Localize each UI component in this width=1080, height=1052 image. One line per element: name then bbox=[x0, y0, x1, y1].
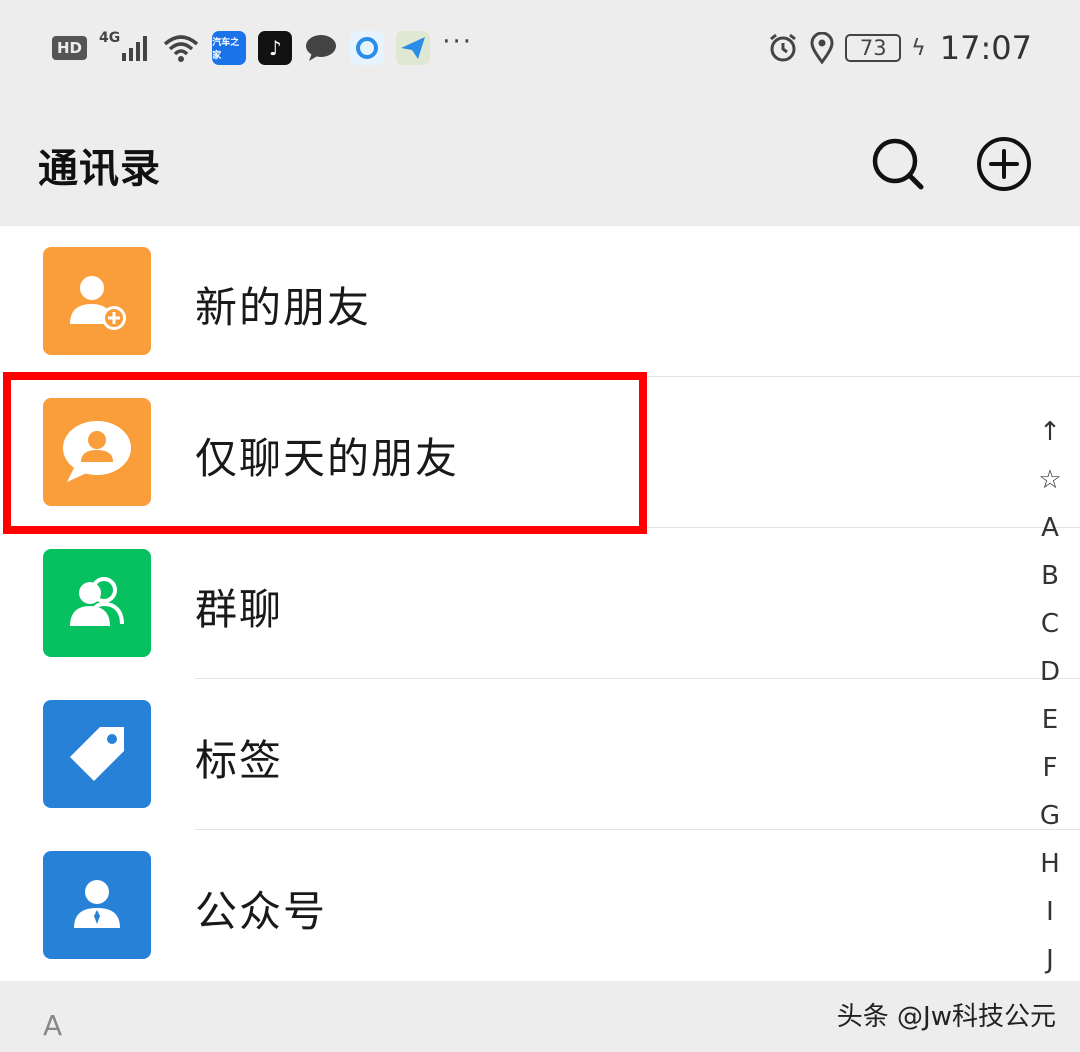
index-item-f[interactable]: F bbox=[1030, 744, 1070, 792]
section-letter: A bbox=[43, 1009, 63, 1042]
list-item-chat-only-friends[interactable]: 仅聊天的朋友 bbox=[0, 377, 1080, 528]
wifi-icon bbox=[164, 35, 199, 62]
car-app-icon: 汽车之家 bbox=[212, 31, 247, 65]
official-account-icon bbox=[43, 851, 151, 959]
index-item-a[interactable]: A bbox=[1030, 504, 1070, 552]
page-title: 通讯录 bbox=[38, 146, 161, 192]
search-button[interactable] bbox=[866, 132, 930, 196]
watermark: 头条 @Jw科技公元 bbox=[836, 1002, 1056, 1032]
status-bar: HD 4G 汽车之家 ♪ ··· 73 ϟ 17:07 bbox=[0, 0, 1080, 96]
index-item-j[interactable]: J bbox=[1030, 936, 1070, 984]
add-button[interactable] bbox=[972, 132, 1036, 196]
alarm-icon bbox=[770, 33, 797, 62]
index-item-g[interactable]: G bbox=[1030, 792, 1070, 840]
signal-icon bbox=[122, 36, 148, 61]
list-item-group-chat[interactable]: 群聊 bbox=[0, 528, 1080, 679]
contacts-list: 新的朋友 仅聊天的朋友 群聊 标签 公众号 bbox=[0, 226, 1080, 981]
index-item-i[interactable]: I bbox=[1030, 888, 1070, 936]
charging-icon: ϟ bbox=[911, 35, 926, 61]
tag-icon bbox=[43, 700, 151, 808]
list-item-new-friends[interactable]: 新的朋友 bbox=[0, 226, 1080, 377]
group-chat-icon bbox=[43, 549, 151, 657]
index-item-e[interactable]: E bbox=[1030, 696, 1070, 744]
tiktok-icon: ♪ bbox=[258, 31, 293, 65]
alphabet-index-bar[interactable]: ↑ ☆ A B C D E F G H I J bbox=[1030, 408, 1070, 984]
location-icon bbox=[810, 32, 834, 64]
status-right: 73 ϟ 17:07 bbox=[767, 26, 1032, 70]
index-item-star[interactable]: ☆ bbox=[1030, 456, 1070, 504]
list-item-label: 群聊 bbox=[195, 585, 284, 634]
battery-icon: 73 bbox=[845, 34, 902, 62]
message-icon bbox=[306, 35, 337, 61]
q-app-icon bbox=[350, 31, 385, 65]
paper-plane-icon bbox=[396, 31, 431, 65]
clock-time: 17:07 bbox=[939, 29, 1032, 67]
list-item-tags[interactable]: 标签 bbox=[0, 679, 1080, 830]
list-item-label: 公众号 bbox=[195, 887, 328, 936]
index-item-c[interactable]: C bbox=[1030, 600, 1070, 648]
list-item-label: 仅聊天的朋友 bbox=[195, 434, 460, 483]
hd-badge: HD bbox=[52, 36, 88, 60]
chat-only-friend-icon bbox=[43, 398, 151, 506]
list-item-label: 标签 bbox=[195, 736, 284, 785]
list-item-label: 新的朋友 bbox=[195, 283, 372, 332]
status-left: HD 4G 汽车之家 ♪ ··· bbox=[52, 26, 473, 70]
more-dots-icon: ··· bbox=[442, 27, 474, 57]
index-item-b[interactable]: B bbox=[1030, 552, 1070, 600]
add-circle-icon bbox=[977, 137, 1031, 191]
top-bar: 通讯录 bbox=[0, 96, 1080, 226]
list-item-official-accounts[interactable]: 公众号 bbox=[0, 830, 1080, 981]
index-item-d[interactable]: D bbox=[1030, 648, 1070, 696]
add-friend-icon bbox=[43, 247, 151, 355]
index-item-h[interactable]: H bbox=[1030, 840, 1070, 888]
search-icon bbox=[872, 138, 924, 190]
network-type: 4G bbox=[99, 30, 121, 46]
index-item-top[interactable]: ↑ bbox=[1030, 408, 1070, 456]
